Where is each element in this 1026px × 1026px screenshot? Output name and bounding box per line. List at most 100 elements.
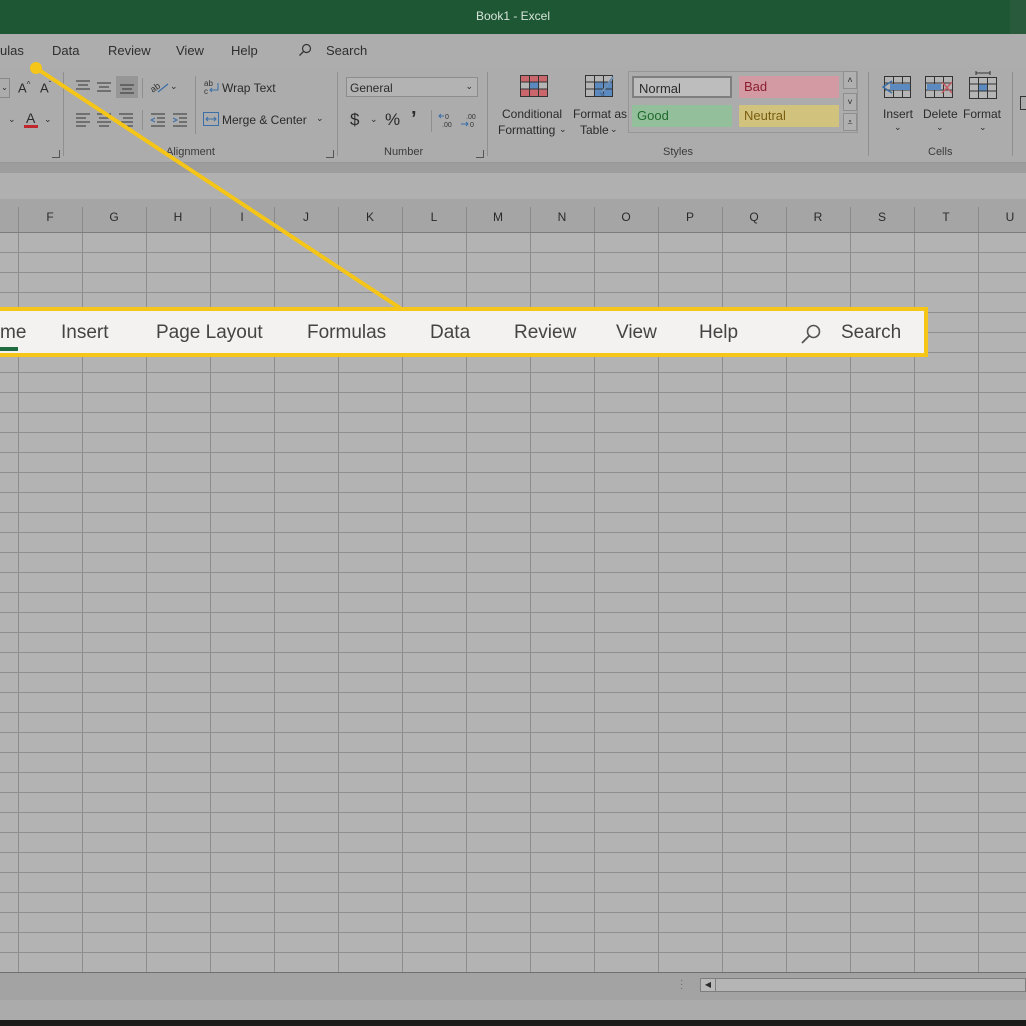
svg-text:0: 0 xyxy=(470,122,474,129)
tab-review[interactable]: Review xyxy=(108,43,151,58)
fill-color-dropdown-icon[interactable]: ⌄ xyxy=(8,114,16,125)
align-middle-icon[interactable] xyxy=(96,80,112,99)
alignment-group-label: Alignment xyxy=(166,146,215,158)
column-header-p[interactable]: P xyxy=(658,210,722,224)
wrap-text-icon[interactable]: ab c xyxy=(204,79,220,100)
tab-split-handle[interactable]: · · · xyxy=(680,976,683,994)
column-header-t[interactable]: T xyxy=(914,210,978,224)
formula-bar[interactable] xyxy=(0,173,1026,200)
increase-font-size-icon[interactable]: A^ xyxy=(18,80,30,95)
orientation-dropdown-icon[interactable]: ⌄ xyxy=(170,81,178,92)
style-bad[interactable]: Bad xyxy=(739,76,839,98)
delete-cells-button[interactable]: Delete xyxy=(923,107,958,121)
comma-style-button[interactable]: ’ xyxy=(411,108,417,131)
align-left-icon[interactable] xyxy=(75,113,91,132)
style-neutral[interactable]: Neutral xyxy=(739,105,839,127)
grid-row-line xyxy=(0,432,1026,433)
format-as-table-dropdown-icon[interactable]: ⌄ xyxy=(610,124,618,135)
conditional-formatting-dropdown-icon[interactable]: ⌄ xyxy=(559,124,567,135)
style-normal[interactable]: Normal xyxy=(632,76,732,98)
column-header-i[interactable]: I xyxy=(210,210,274,224)
insert-cells-button[interactable]: Insert xyxy=(883,107,913,121)
delete-cells-dropdown-icon[interactable]: ⌄ xyxy=(936,122,944,133)
percent-button[interactable]: % xyxy=(385,110,400,130)
callout-tab-help: Help xyxy=(699,322,739,343)
merge-center-icon[interactable] xyxy=(203,112,219,131)
tab-view[interactable]: View xyxy=(176,43,204,58)
format-cells-icon[interactable] xyxy=(969,71,997,106)
column-header-m[interactable]: M xyxy=(466,210,530,224)
status-bar xyxy=(0,1000,1026,1020)
decrease-decimal-icon[interactable]: .00 0 xyxy=(460,112,478,135)
separator xyxy=(337,72,338,156)
increase-decimal-icon[interactable]: 0.00 xyxy=(438,112,456,135)
number-dialog-launcher-icon[interactable] xyxy=(476,150,484,158)
gallery-scroll-up-button[interactable]: ˄ xyxy=(843,71,857,89)
ribbon-tabs-callout: me Insert Page Layout Formulas Data Revi… xyxy=(0,307,928,357)
column-header-g[interactable]: G xyxy=(82,210,146,224)
scroll-left-icon[interactable]: ◀ xyxy=(701,979,716,991)
column-header-k[interactable]: K xyxy=(338,210,402,224)
format-cells-dropdown-icon[interactable]: ⌄ xyxy=(979,122,987,133)
number-format-dropdown[interactable]: General ⌄ xyxy=(346,77,478,97)
delete-cells-icon[interactable] xyxy=(925,76,955,105)
svg-text:.00: .00 xyxy=(442,122,452,129)
currency-dropdown-icon[interactable]: ⌄ xyxy=(370,114,378,125)
merge-center-button[interactable]: Merge & Center xyxy=(222,113,307,127)
chevron-down-icon: ⌄ xyxy=(465,81,473,91)
style-good[interactable]: Good xyxy=(632,105,732,127)
conditional-formatting-label-2[interactable]: Formatting xyxy=(498,123,555,137)
column-header-f[interactable]: F xyxy=(18,210,82,224)
font-color-dropdown-icon[interactable]: ⌄ xyxy=(44,114,52,125)
grid-row-line xyxy=(0,932,1026,933)
column-header-r[interactable]: R xyxy=(786,210,850,224)
format-cells-button[interactable]: Format xyxy=(963,107,1001,121)
gallery-more-button[interactable]: ⩡ xyxy=(843,113,857,131)
separator xyxy=(431,110,432,132)
decrease-font-size-icon[interactable]: Aˇ xyxy=(40,80,51,95)
font-size-dropdown[interactable]: ⌄ xyxy=(0,78,10,98)
search-icon[interactable] xyxy=(298,43,312,62)
currency-button[interactable]: $ xyxy=(350,110,359,130)
column-header-n[interactable]: N xyxy=(530,210,594,224)
style-neutral-label: Neutral xyxy=(744,108,786,123)
align-bottom-icon[interactable] xyxy=(116,76,138,98)
increase-indent-icon[interactable] xyxy=(172,113,188,132)
horizontal-scrollbar[interactable]: ◀ xyxy=(700,978,1026,992)
column-header-j[interactable]: J xyxy=(274,210,338,224)
search-label[interactable]: Search xyxy=(326,43,367,58)
column-header-o[interactable]: O xyxy=(594,210,658,224)
align-center-icon[interactable] xyxy=(96,113,112,132)
column-header-q[interactable]: Q xyxy=(722,210,786,224)
font-dialog-launcher-icon[interactable] xyxy=(52,150,60,158)
editing-group-icon[interactable] xyxy=(1020,96,1026,110)
format-as-table-icon[interactable] xyxy=(585,75,615,106)
callout-search-icon xyxy=(800,323,822,350)
column-header-s[interactable]: S xyxy=(850,210,914,224)
font-color-icon[interactable]: A xyxy=(23,110,39,135)
ribbon: ⌄ A^ Aˇ ⌄ A ⌄ ab ⌄ abc Wrap Text Merge xyxy=(0,66,1026,163)
merge-center-dropdown-icon[interactable]: ⌄ xyxy=(316,113,324,124)
orientation-icon[interactable]: ab xyxy=(148,78,170,101)
tab-data[interactable]: Data xyxy=(52,43,79,58)
conditional-formatting-icon[interactable] xyxy=(520,75,548,102)
alignment-dialog-launcher-icon[interactable] xyxy=(326,150,334,158)
tab-formulas[interactable]: ulas xyxy=(0,43,24,58)
decrease-indent-icon[interactable] xyxy=(149,113,166,132)
conditional-formatting-label-1[interactable]: Conditional xyxy=(502,107,562,121)
insert-cells-dropdown-icon[interactable]: ⌄ xyxy=(894,122,902,133)
column-header-l[interactable]: L xyxy=(402,210,466,224)
grid-row-line xyxy=(0,572,1026,573)
gallery-scroll-down-button[interactable]: ˅ xyxy=(843,93,857,111)
tab-help[interactable]: Help xyxy=(231,43,258,58)
column-header-h[interactable]: H xyxy=(146,210,210,224)
column-header-u[interactable]: U xyxy=(978,210,1026,224)
grid-row-line xyxy=(0,792,1026,793)
insert-cells-icon[interactable] xyxy=(881,76,912,105)
wrap-text-button[interactable]: Wrap Text xyxy=(222,81,276,95)
format-as-table-label-1[interactable]: Format as xyxy=(573,107,627,121)
cell-styles-gallery: Normal Bad Good Neutral xyxy=(628,71,858,133)
format-as-table-label-2[interactable]: Table xyxy=(580,123,609,137)
align-top-icon[interactable] xyxy=(75,80,91,99)
align-right-icon[interactable] xyxy=(118,113,134,132)
